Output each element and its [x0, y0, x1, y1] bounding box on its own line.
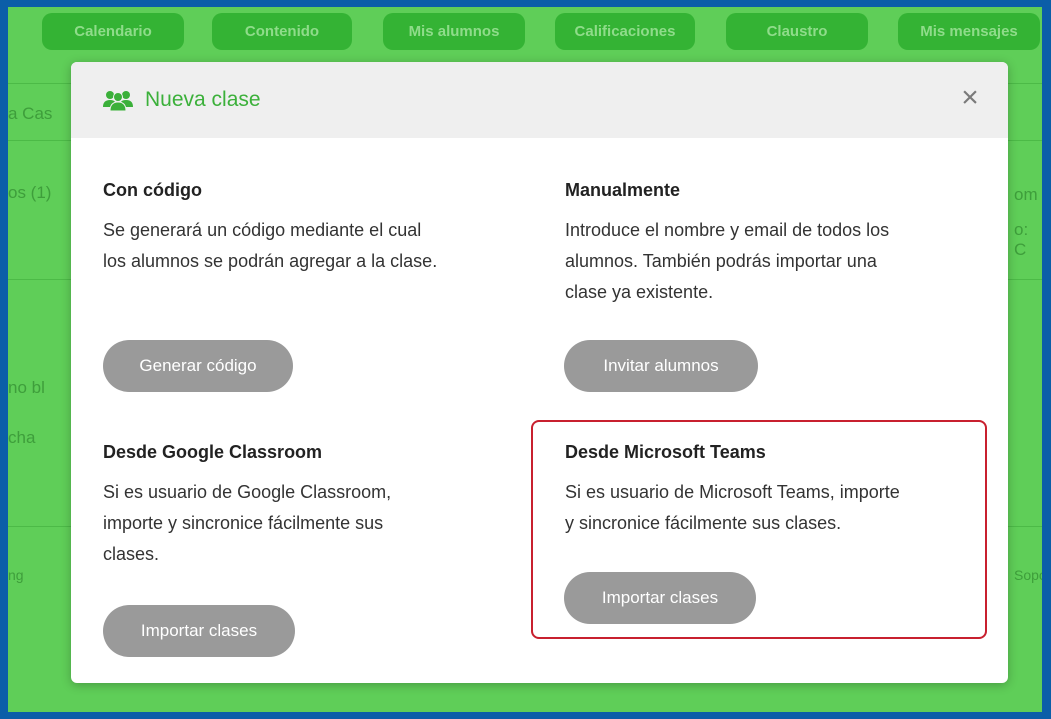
description-line: Se generará un código mediante el cual: [103, 220, 422, 240]
nav-contenido[interactable]: Contenido: [212, 13, 352, 50]
option-description: Si es usuario de Google Classroom, impor…: [103, 477, 523, 570]
nav-calificaciones[interactable]: Calificaciones: [555, 13, 695, 50]
bg-text-fragment: cha: [8, 428, 36, 447]
option-title: Desde Google Classroom: [103, 442, 323, 462]
option-description: Introduce el nombre y email de todos los…: [565, 215, 985, 308]
option-title: Manualmente: [565, 180, 681, 200]
description-line: importe y sincronice fácilmente sus: [103, 513, 384, 533]
option-description: Se generará un código mediante el cual l…: [103, 215, 523, 277]
bg-text-fragment: a Cas: [8, 104, 53, 123]
modal-title: Nueva clase: [145, 88, 261, 111]
generar-codigo-button[interactable]: Generar código: [103, 340, 293, 392]
close-icon[interactable]: ×: [958, 83, 982, 113]
description-line: alumnos. También podrás importar una: [565, 251, 877, 271]
description-line: clase ya existente.: [565, 282, 714, 302]
invitar-alumnos-button[interactable]: Invitar alumnos: [564, 340, 758, 392]
bg-text-fragment: ng: [8, 567, 24, 583]
bg-text-fragment: o: C: [1014, 220, 1029, 259]
option-con-codigo: Con código Se generará un código mediant…: [103, 180, 523, 277]
description-line: clases.: [103, 544, 160, 564]
bg-text-fragment: no bl: [8, 378, 45, 397]
highlight-annotation: [531, 420, 987, 639]
nav-calendario[interactable]: Calendario: [42, 13, 184, 50]
modal-title-group: Nueva clase: [103, 88, 261, 112]
nav-mis-alumnos[interactable]: Mis alumnos: [383, 13, 525, 50]
users-icon: [103, 89, 133, 111]
bg-text-fragment: Sopo: [1014, 567, 1042, 583]
description-line: los alumnos se podrán agregar a la clase…: [103, 251, 438, 271]
option-title: Con código: [103, 180, 202, 200]
option-google-classroom: Desde Google Classroom Si es usuario de …: [103, 442, 523, 570]
importar-clases-google-button[interactable]: Importar clases: [103, 605, 295, 657]
option-manualmente: Manualmente Introduce el nombre y email …: [565, 180, 985, 308]
bg-text-fragment: om: [1014, 185, 1038, 204]
top-nav: Calendario Contenido Mis alumnos Calific…: [8, 7, 1042, 55]
description-line: Si es usuario de Google Classroom,: [103, 482, 392, 502]
bg-text-fragment: os (1): [8, 183, 52, 202]
modal-header: Nueva clase ×: [71, 62, 1008, 138]
nav-mis-mensajes[interactable]: Mis mensajes: [898, 13, 1040, 50]
nav-claustro[interactable]: Claustro: [726, 13, 868, 50]
description-line: Introduce el nombre y email de todos los: [565, 220, 890, 240]
